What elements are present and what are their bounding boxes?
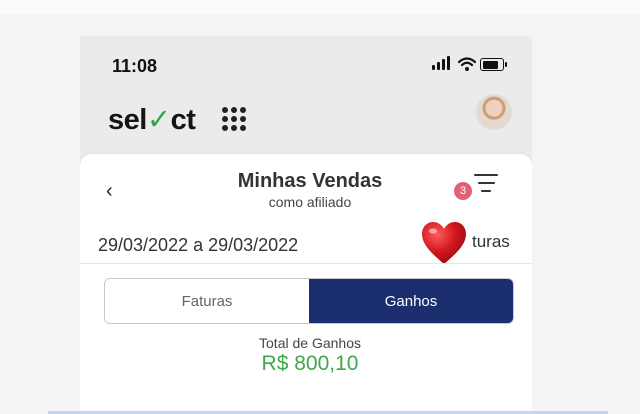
filter-button[interactable]: 3 — [454, 172, 502, 202]
divider — [80, 263, 532, 264]
status-time: 11:08 — [112, 56, 158, 76]
wifi-icon — [458, 57, 476, 71]
filter-count-badge: 3 — [454, 182, 472, 200]
user-avatar[interactable] — [476, 94, 512, 130]
filter-icon — [474, 174, 498, 198]
apps-grid-icon[interactable] — [222, 107, 246, 131]
status-icons — [432, 56, 512, 72]
sales-sheet: ‹ Minhas Vendas como afiliado 3 29/03/20… — [80, 154, 532, 414]
date-range[interactable]: 29/03/2022 a 29/03/2022 — [98, 235, 298, 256]
phone-screen: 11:08 sel✓ct ‹ Minhas Vendas como afilia… — [80, 36, 532, 414]
total-value: R$ 800,10 — [261, 352, 359, 375]
heart-icon — [422, 222, 466, 264]
page-top-band — [0, 0, 640, 14]
segmented-tabs: Faturas Ganhos — [104, 278, 514, 324]
tab-faturas[interactable]: Faturas — [105, 279, 309, 323]
select-logo[interactable]: sel✓ct — [108, 102, 196, 137]
battery-icon — [480, 58, 507, 71]
tab-ganhos[interactable]: Ganhos — [309, 279, 513, 323]
total-label: Total de Ganhos — [259, 335, 361, 351]
faturas-link[interactable]: turas — [472, 232, 510, 252]
